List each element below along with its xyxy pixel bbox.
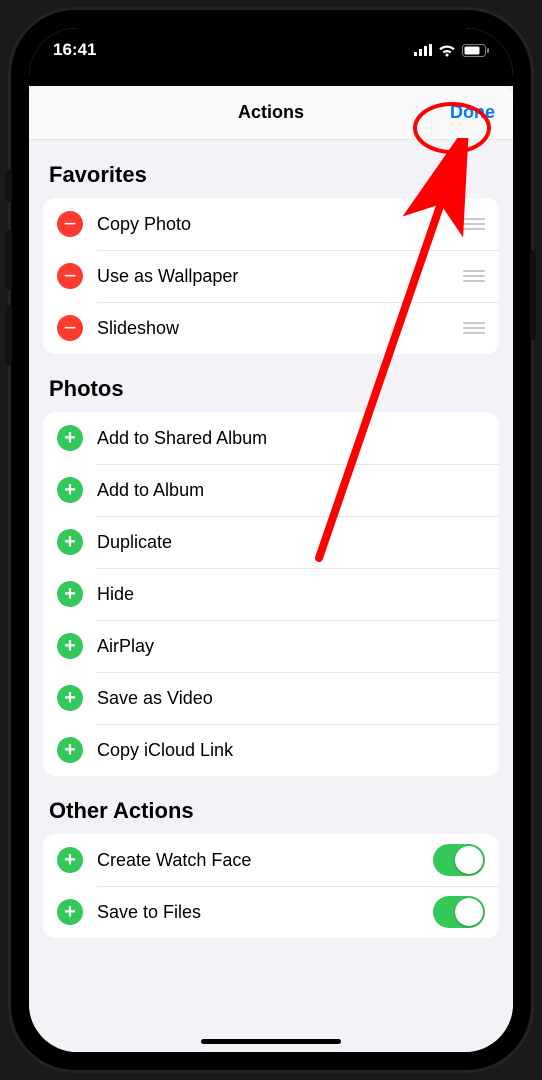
add-icon[interactable]: + — [57, 477, 83, 503]
content[interactable]: Favorites − Copy Photo − Use as Wallpape… — [29, 140, 513, 1052]
row-label: Slideshow — [97, 318, 463, 339]
section-header-other: Other Actions — [43, 776, 499, 834]
remove-icon[interactable]: − — [57, 315, 83, 341]
remove-icon[interactable]: − — [57, 263, 83, 289]
add-icon[interactable]: + — [57, 737, 83, 763]
power-button — [530, 250, 536, 340]
add-icon[interactable]: + — [57, 847, 83, 873]
screen: 16:41 Actions Done Favorites − Copy Phot… — [29, 28, 513, 1052]
row-airplay[interactable]: + AirPlay — [43, 620, 499, 672]
group-other: + Create Watch Face + Save to Files — [43, 834, 499, 938]
add-icon[interactable]: + — [57, 899, 83, 925]
row-use-as-wallpaper[interactable]: − Use as Wallpaper — [43, 250, 499, 302]
row-label: Add to Album — [97, 480, 485, 501]
row-label: AirPlay — [97, 636, 485, 657]
add-icon[interactable]: + — [57, 529, 83, 555]
row-save-as-video[interactable]: + Save as Video — [43, 672, 499, 724]
nav-title: Actions — [238, 102, 304, 123]
signal-icon — [414, 44, 432, 56]
row-add-to-shared-album[interactable]: + Add to Shared Album — [43, 412, 499, 464]
row-label: Create Watch Face — [97, 850, 433, 871]
section-header-photos: Photos — [43, 354, 499, 412]
row-save-to-files[interactable]: + Save to Files — [43, 886, 499, 938]
row-label: Add to Shared Album — [97, 428, 485, 449]
row-label: Copy iCloud Link — [97, 740, 485, 761]
row-label: Save to Files — [97, 902, 433, 923]
add-icon[interactable]: + — [57, 425, 83, 451]
add-icon[interactable]: + — [57, 581, 83, 607]
wifi-icon — [438, 44, 456, 57]
volume-down — [6, 305, 12, 365]
add-icon[interactable]: + — [57, 633, 83, 659]
status-time: 16:41 — [53, 40, 96, 60]
status-indicators — [414, 44, 489, 57]
row-slideshow[interactable]: − Slideshow — [43, 302, 499, 354]
toggle-on[interactable] — [433, 844, 485, 876]
sheet: Actions Done Favorites − Copy Photo − Us… — [29, 86, 513, 1052]
row-add-to-album[interactable]: + Add to Album — [43, 464, 499, 516]
row-hide[interactable]: + Hide — [43, 568, 499, 620]
section-header-favorites: Favorites — [43, 140, 499, 198]
group-favorites: − Copy Photo − Use as Wallpaper − Slides… — [43, 198, 499, 354]
done-button[interactable]: Done — [450, 102, 495, 123]
volume-up — [6, 230, 12, 290]
row-label: Save as Video — [97, 688, 485, 709]
drag-handle-icon[interactable] — [463, 270, 485, 282]
silence-switch — [6, 170, 12, 202]
home-indicator[interactable] — [201, 1039, 341, 1044]
add-icon[interactable]: + — [57, 685, 83, 711]
row-label: Hide — [97, 584, 485, 605]
row-label: Duplicate — [97, 532, 485, 553]
phone-frame: 16:41 Actions Done Favorites − Copy Phot… — [11, 10, 531, 1070]
nav-bar: Actions Done — [29, 86, 513, 140]
drag-handle-icon[interactable] — [463, 218, 485, 230]
row-label: Copy Photo — [97, 214, 463, 235]
row-create-watch-face[interactable]: + Create Watch Face — [43, 834, 499, 886]
battery-icon — [462, 44, 489, 57]
remove-icon[interactable]: − — [57, 211, 83, 237]
notch — [166, 28, 376, 58]
row-copy-icloud-link[interactable]: + Copy iCloud Link — [43, 724, 499, 776]
sheet-backdrop — [29, 72, 513, 86]
drag-handle-icon[interactable] — [463, 322, 485, 334]
row-duplicate[interactable]: + Duplicate — [43, 516, 499, 568]
row-copy-photo[interactable]: − Copy Photo — [43, 198, 499, 250]
toggle-on[interactable] — [433, 896, 485, 928]
group-photos: + Add to Shared Album + Add to Album + D… — [43, 412, 499, 776]
row-label: Use as Wallpaper — [97, 266, 463, 287]
